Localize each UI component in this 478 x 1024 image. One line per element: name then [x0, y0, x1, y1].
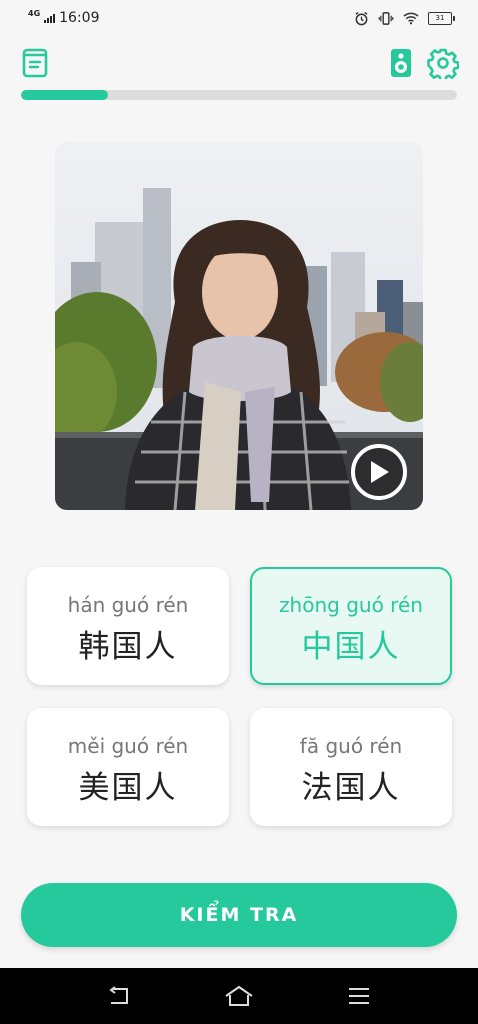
progress-fill — [21, 90, 109, 100]
answer-option-fa-guo-ren[interactable]: fă guó rén 法国人 — [250, 708, 452, 826]
answer-option-zhong-guo-ren[interactable]: zhōng guó rén 中国人 — [250, 567, 452, 685]
play-button[interactable] — [351, 444, 407, 500]
gear-icon[interactable] — [426, 46, 460, 80]
status-right: 31 — [353, 10, 455, 26]
alarm-icon — [353, 10, 369, 26]
video-player[interactable] — [55, 142, 423, 510]
check-button[interactable]: KIỂM TRA — [21, 883, 457, 947]
signal-icon — [44, 13, 56, 23]
wifi-icon — [403, 10, 419, 26]
menu-icon[interactable] — [343, 982, 375, 1010]
play-icon — [371, 461, 389, 483]
option-hanzi: 韩国人 — [78, 629, 178, 665]
option-pinyin: měi guó rén — [67, 734, 189, 758]
speaker-icon[interactable] — [384, 46, 418, 80]
home-icon[interactable] — [223, 982, 255, 1010]
answer-option-han-guo-ren[interactable]: hán guó rén 韩国人 — [27, 567, 229, 685]
status-bar: 4G 16:09 31 — [0, 0, 478, 36]
lesson-progress-bar — [21, 90, 457, 100]
back-icon[interactable] — [103, 982, 135, 1010]
answer-option-mei-guo-ren[interactable]: měi guó rén 美国人 — [27, 708, 229, 826]
option-pinyin: hán guó rén — [67, 593, 189, 617]
status-time: 16:09 — [59, 10, 100, 26]
option-hanzi: 美国人 — [78, 770, 178, 806]
option-pinyin: zhōng guó rén — [279, 593, 423, 617]
vibrate-icon — [378, 10, 394, 26]
top-toolbar — [0, 46, 478, 86]
status-left: 4G 16:09 — [28, 9, 100, 27]
book-icon[interactable] — [18, 46, 52, 80]
option-hanzi: 中国人 — [301, 629, 401, 665]
battery-icon: 31 — [428, 11, 455, 25]
network-type: 4G — [28, 9, 41, 18]
option-pinyin: fă guó rén — [299, 734, 403, 758]
system-navigation-bar — [0, 968, 478, 1024]
option-hanzi: 法国人 — [301, 770, 401, 806]
